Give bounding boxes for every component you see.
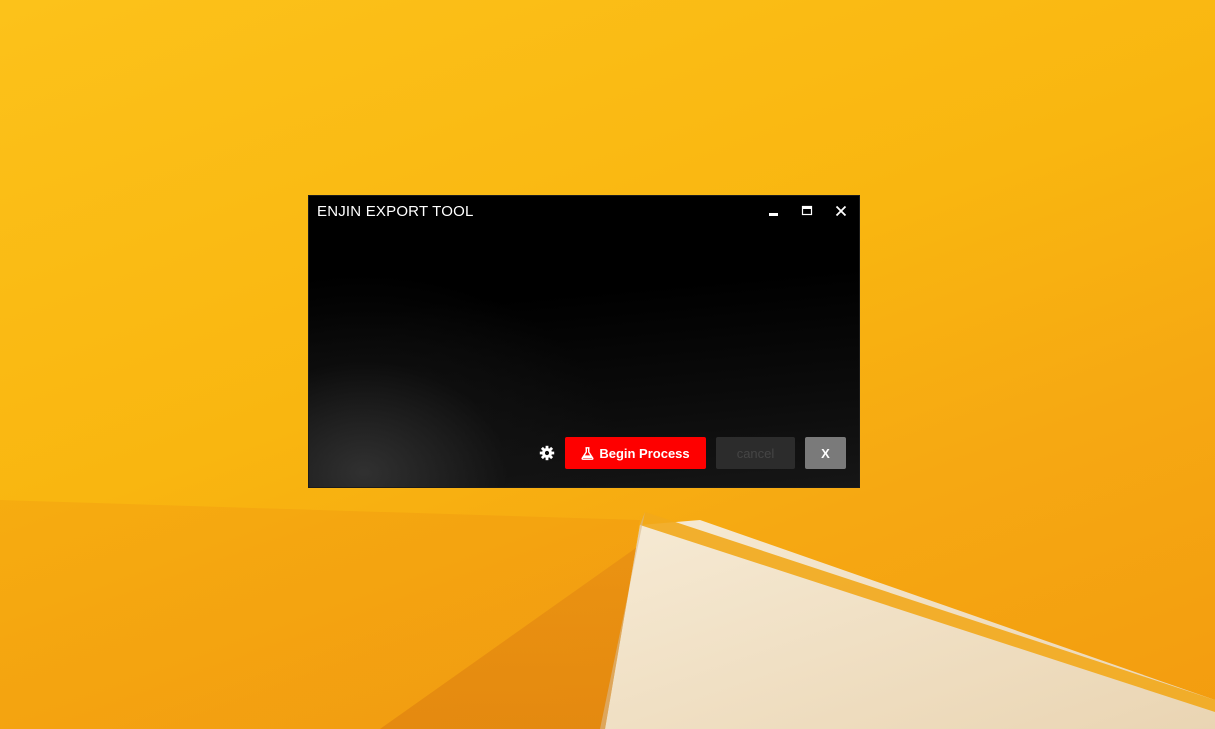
maximize-button[interactable] [795,200,819,222]
action-toolbar: Begin Process cancel X [309,437,859,469]
maximize-icon [801,205,813,216]
cancel-button[interactable]: cancel [716,437,795,469]
titlebar[interactable]: ENJIN EXPORT TOOL [309,196,859,226]
begin-process-button[interactable]: Begin Process [565,437,706,469]
flask-icon [581,446,594,460]
begin-process-label: Begin Process [599,445,690,461]
close-icon [835,205,847,217]
minimize-button[interactable] [762,200,786,222]
app-window: ENJIN EXPORT TOOL Begin Process cancel X [309,196,859,487]
cancel-label: cancel [736,445,775,461]
exit-button[interactable]: X [805,437,846,469]
minimize-icon [769,213,778,216]
window-title: ENJIN EXPORT TOOL [317,203,474,220]
close-window-button[interactable] [829,200,853,222]
exit-label: X [821,445,830,461]
gear-icon[interactable] [539,445,555,461]
